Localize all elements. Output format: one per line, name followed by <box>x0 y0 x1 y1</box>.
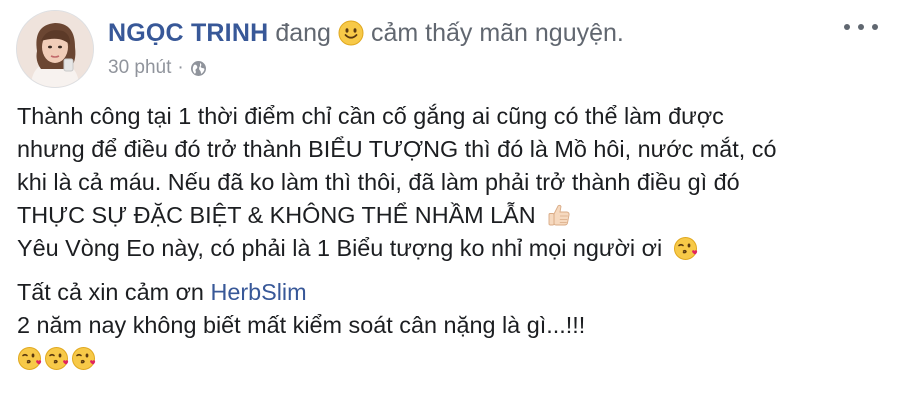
content-line-2: nhưng để điều đó trở thành BIỂU TƯỢNG th… <box>17 133 877 166</box>
more-dot <box>858 24 864 30</box>
feeling-text[interactable]: cảm thấy mãn nguyện. <box>371 17 624 49</box>
post-meta: NGỌC TRINH đang cảm thấy mãn nguyện. 30 … <box>108 10 624 79</box>
thumbs-up-emoji <box>546 202 572 228</box>
content-text: THỰC SỰ ĐẶC BIỆT & KHÔNG THỂ NHẦM LẪN <box>17 202 536 228</box>
smiley-icon <box>338 20 364 46</box>
content-text: Yêu Vòng Eo này, có phải là 1 Biểu tượng… <box>17 235 663 261</box>
separator-dot: · <box>177 57 184 78</box>
facebook-post: NGỌC TRINH đang cảm thấy mãn nguyện. 30 … <box>0 0 900 397</box>
emoji-row <box>17 342 877 375</box>
face-blowing-kiss-emoji <box>71 345 97 371</box>
content-text: nhưng để điều đó trở thành BIỂU TƯỢNG th… <box>17 136 777 162</box>
globe-icon[interactable] <box>190 60 207 77</box>
content-line-1: Thành công tại 1 thời điểm chỉ cần cố gắ… <box>17 100 877 133</box>
more-options-icon[interactable] <box>844 20 878 34</box>
face-blowing-kiss-emoji <box>17 345 43 371</box>
face-blowing-kiss-emoji <box>44 345 70 371</box>
content-text: khi là cả máu. Nếu đã ko làm thì thôi, đ… <box>17 169 740 195</box>
author-name[interactable]: NGỌC TRINH <box>108 17 268 49</box>
content-text: Thành công tại 1 thời điểm chỉ cần cố gắ… <box>17 103 724 129</box>
face-blowing-kiss-emoji <box>673 235 699 261</box>
more-dot <box>844 24 850 30</box>
avatar[interactable] <box>16 10 94 88</box>
closing-line: 2 năm nay không biết mất kiểm soát cân n… <box>17 309 877 342</box>
herbslim-link[interactable]: HerbSlim <box>210 279 306 305</box>
post-content: Thành công tại 1 thời điểm chỉ cần cố gắ… <box>17 100 877 375</box>
content-line-4: THỰC SỰ ĐẶC BIỆT & KHÔNG THỂ NHẦM LẪN <box>17 199 877 232</box>
feeling-prefix: đang <box>275 19 331 47</box>
content-line-3: khi là cả máu. Nếu đã ko làm thì thôi, đ… <box>17 166 877 199</box>
thanks-line: Tất cả xin cảm ơn HerbSlim <box>17 276 877 309</box>
post-info-line: 30 phút · <box>108 57 624 79</box>
author-line: NGỌC TRINH đang cảm thấy mãn nguyện. <box>108 17 624 49</box>
timestamp[interactable]: 30 phút <box>108 57 171 79</box>
post-header: NGỌC TRINH đang cảm thấy mãn nguyện. 30 … <box>16 10 624 88</box>
closing-text: 2 năm nay không biết mất kiểm soát cân n… <box>17 312 586 338</box>
thanks-text: Tất cả xin cảm ơn <box>17 279 204 305</box>
content-line-5: Yêu Vòng Eo này, có phải là 1 Biểu tượng… <box>17 232 877 265</box>
more-dot <box>872 24 878 30</box>
